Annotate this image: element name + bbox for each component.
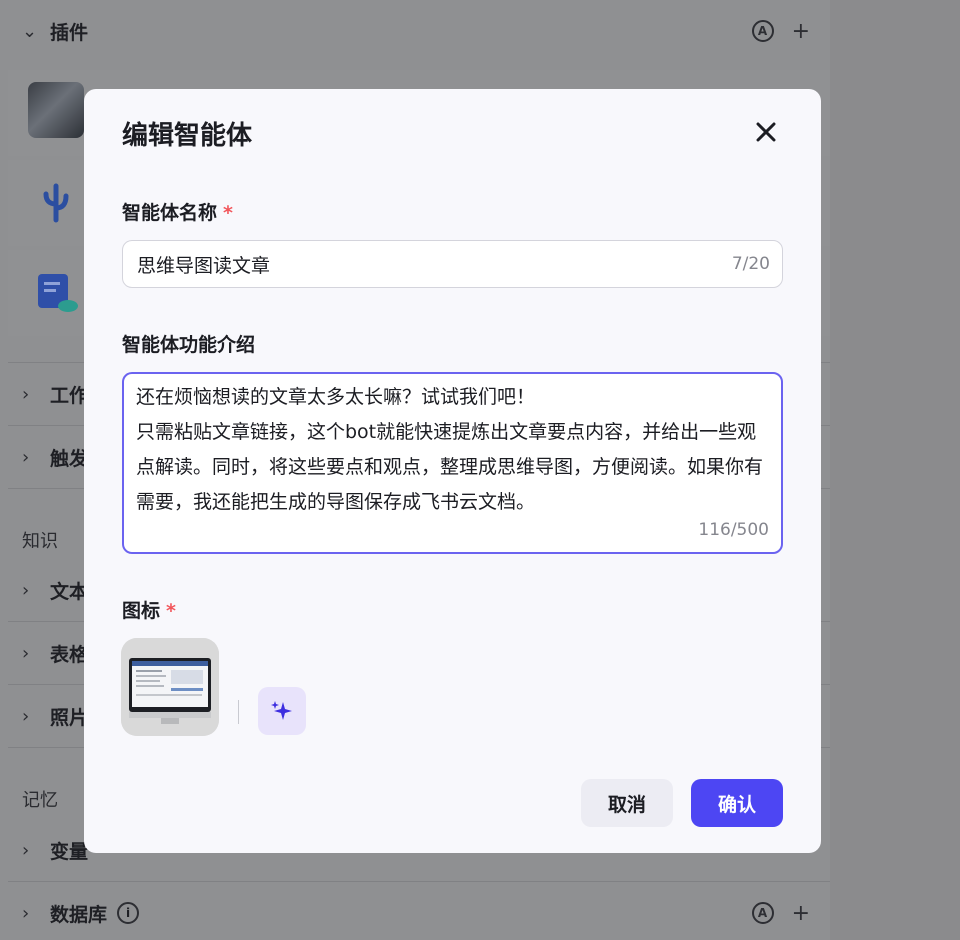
plugins-header[interactable]: ⌄ 插件 A +	[8, 0, 830, 62]
icon-label: 图标 *	[122, 600, 176, 622]
chevron-right-icon: ›	[22, 446, 30, 468]
cancel-button[interactable]: 取消	[581, 779, 673, 827]
name-char-counter: 7/20	[731, 254, 770, 274]
description-char-counter: 116/500	[698, 520, 769, 540]
chevron-right-icon: ›	[22, 839, 30, 861]
description-label: 智能体功能介绍	[122, 334, 256, 356]
background-right-area	[830, 0, 960, 940]
agent-name-input[interactable]: 思维导图读文章 7/20	[122, 240, 783, 288]
info-icon[interactable]: i	[117, 902, 140, 924]
add-icon[interactable]: +	[792, 19, 810, 44]
plugin-logo-icon	[43, 183, 69, 223]
monitor-icon	[121, 638, 219, 736]
chevron-right-icon: ›	[22, 902, 30, 924]
chevron-right-icon: ›	[22, 579, 30, 601]
sparkle-icon	[271, 701, 292, 720]
database-actions: A +	[751, 901, 810, 926]
edit-agent-dialog: 编辑智能体 智能体名称 * 思维导图读文章 7/20 智能体功能介绍 还在烦恼想读…	[84, 89, 821, 853]
confirm-button[interactable]: 确认	[691, 779, 783, 827]
agent-name-value[interactable]: 思维导图读文章	[137, 251, 732, 278]
section-knowledge: 知识	[22, 531, 58, 552]
auto-icon[interactable]: A	[751, 902, 774, 924]
required-mark: *	[166, 600, 176, 622]
separator	[238, 700, 239, 724]
required-mark: *	[223, 202, 233, 224]
chevron-right-icon: ›	[22, 642, 30, 664]
plugins-actions: A +	[751, 19, 810, 44]
name-label: 智能体名称 *	[122, 202, 233, 224]
plugin-thumbnail	[28, 82, 84, 138]
chevron-down-icon: ⌄	[22, 20, 38, 42]
document-cloud-icon	[38, 274, 78, 312]
add-icon[interactable]: +	[792, 901, 810, 926]
section-memory: 记忆	[22, 790, 58, 811]
description-value[interactable]: 还在烦恼想读的文章太多太长嘛？试试我们吧！ 只需粘贴文章链接，这个bot就能快速…	[136, 380, 769, 520]
close-icon[interactable]	[753, 119, 779, 145]
dialog-title: 编辑智能体	[122, 121, 253, 151]
bg-row[interactable]: › 数据库 i A +	[8, 882, 830, 940]
chevron-right-icon: ›	[22, 705, 30, 727]
agent-description-textarea[interactable]: 还在烦恼想读的文章太多太长嘛？试试我们吧！ 只需粘贴文章链接，这个bot就能快速…	[122, 372, 783, 554]
ai-generate-icon-button[interactable]	[258, 687, 306, 735]
chevron-right-icon: ›	[22, 383, 30, 405]
agent-avatar-image[interactable]	[121, 638, 219, 736]
auto-icon[interactable]: A	[751, 20, 774, 42]
